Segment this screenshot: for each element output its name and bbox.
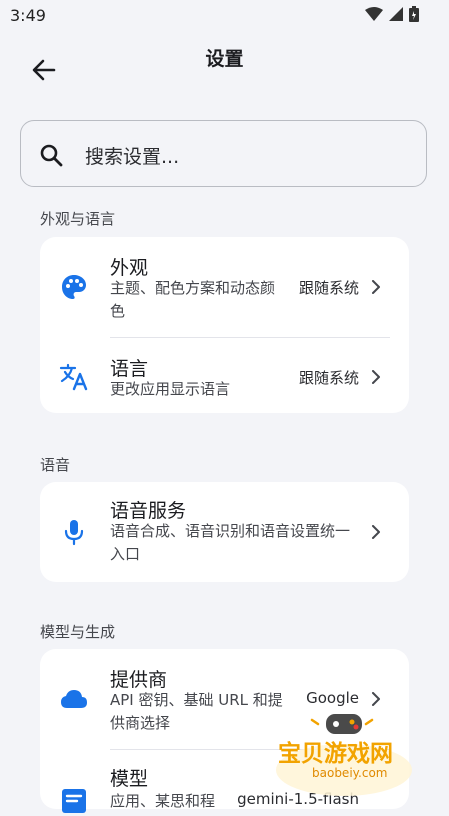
page-title: 设置 bbox=[205, 48, 244, 70]
cloud-icon bbox=[61, 690, 87, 708]
settings-item-appearance[interactable]: 外观 主题、配色方案和动态颜色 跟随系统 bbox=[40, 237, 409, 337]
status-icons bbox=[365, 6, 419, 22]
chevron-right-icon bbox=[372, 525, 380, 539]
translate-icon bbox=[59, 363, 88, 391]
item-title: 模型 bbox=[110, 768, 149, 790]
item-title: 提供商 bbox=[110, 669, 168, 691]
item-subtitle: 主题、配色方案和动态颜色 bbox=[110, 279, 276, 320]
palette-icon bbox=[62, 275, 86, 299]
item-title: 外观 bbox=[110, 257, 149, 279]
chevron-right-icon bbox=[372, 280, 380, 294]
section-title-model: 模型与生成 bbox=[40, 623, 116, 641]
item-title: 语音服务 bbox=[110, 500, 187, 522]
search-icon bbox=[40, 144, 63, 167]
settings-item-language[interactable]: 语言 更改应用显示语言 跟随系统 bbox=[40, 338, 409, 413]
wifi-icon bbox=[365, 7, 383, 21]
chevron-right-icon bbox=[372, 692, 380, 706]
item-subtitle: 语音合成、语音识别和语音设置统一入口 bbox=[110, 522, 351, 563]
item-value: 跟随系统 bbox=[298, 279, 359, 297]
status-bar: 3:49 bbox=[0, 0, 449, 32]
watermark-text: 宝贝游戏网 bbox=[278, 741, 393, 767]
watermark-url: baobeiy.com bbox=[312, 766, 388, 780]
item-value: 跟随系统 bbox=[298, 369, 359, 387]
battery-icon bbox=[409, 6, 419, 22]
microphone-icon bbox=[64, 520, 84, 546]
settings-card-appearance: 外观 主题、配色方案和动态颜色 跟随系统 语言 更改应用显示语言 跟随系统 bbox=[40, 237, 409, 413]
section-title-appearance: 外观与语言 bbox=[40, 210, 116, 228]
item-subtitle: API 密钥、基础 URL 和提供商选择 bbox=[110, 691, 283, 732]
status-time: 3:49 bbox=[10, 6, 46, 25]
item-title: 语言 bbox=[110, 358, 149, 380]
section-title-voice: 语音 bbox=[40, 456, 71, 474]
search-placeholder: 搜索设置... bbox=[85, 146, 180, 168]
model-icon bbox=[62, 789, 86, 813]
chevron-right-icon bbox=[372, 370, 380, 384]
signal-icon bbox=[389, 7, 403, 21]
item-subtitle: 更改应用显示语言 bbox=[110, 380, 231, 398]
search-input[interactable]: 搜索设置... bbox=[20, 120, 427, 187]
item-value: Google bbox=[306, 689, 359, 707]
watermark: 宝贝游戏网 baobeiy.com bbox=[268, 710, 428, 798]
settings-item-voice-service[interactable]: 语音服务 语音合成、语音识别和语音设置统一入口 bbox=[40, 482, 409, 582]
settings-card-voice: 语音服务 语音合成、语音识别和语音设置统一入口 bbox=[40, 482, 409, 582]
